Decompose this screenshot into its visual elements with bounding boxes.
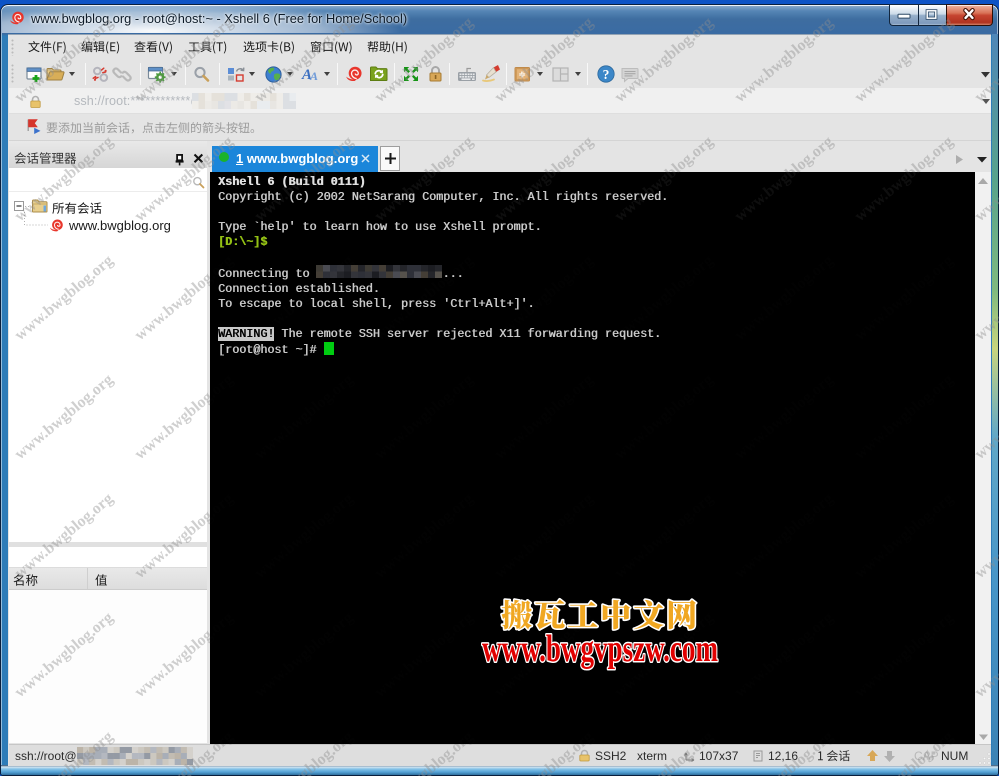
- svg-text:?: ?: [603, 67, 610, 82]
- svg-text:A: A: [309, 69, 318, 83]
- svg-text:www.bwgvpszw.com: www.bwgvpszw.com: [482, 628, 718, 670]
